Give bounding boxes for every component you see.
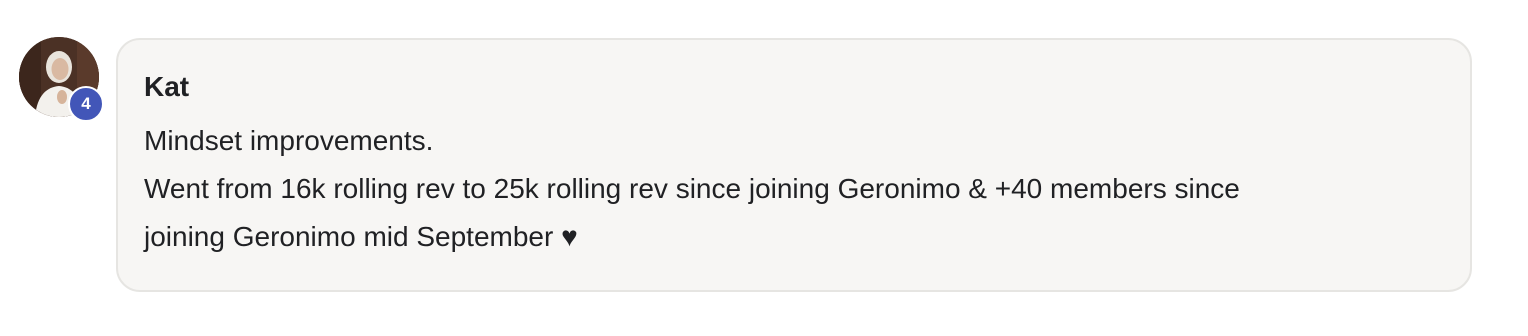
author-name[interactable]: Kat bbox=[144, 69, 1444, 105]
comment-text-line: Went from 16k rolling rev to 25k rolling… bbox=[144, 173, 1240, 204]
author-avatar-container[interactable]: 4 bbox=[19, 37, 104, 122]
comment-text-line: joining Geronimo mid September ♥ bbox=[144, 221, 578, 252]
comment-bubble: Kat Mindset improvements. Went from 16k … bbox=[116, 38, 1472, 292]
comment-text: Mindset improvements. Went from 16k roll… bbox=[144, 117, 1444, 261]
level-number: 4 bbox=[81, 94, 91, 113]
comment-item: 4 Kat Mindset improvements. Went from 16… bbox=[0, 0, 1528, 336]
comment-text-line: Mindset improvements. bbox=[144, 125, 434, 156]
level-badge: 4 bbox=[68, 86, 104, 122]
